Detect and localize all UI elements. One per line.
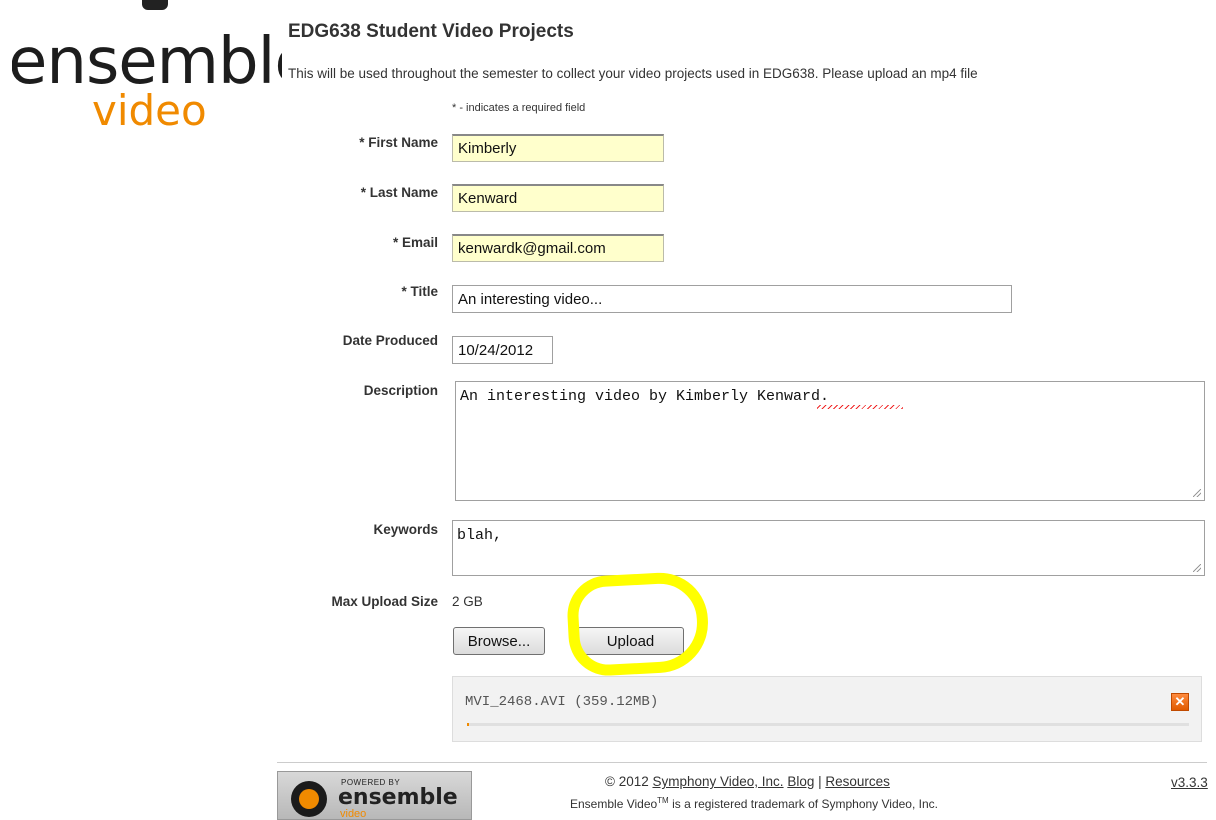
first-name-input[interactable] (452, 134, 664, 162)
date-produced-input[interactable] (452, 336, 553, 364)
email-input[interactable] (452, 234, 664, 262)
first-name-label: * First Name (359, 135, 438, 150)
logo-word-ensemble: ensemble (12, 25, 282, 99)
browse-button[interactable]: Browse... (453, 627, 545, 655)
ensemble-video-logo: ensemble video (12, 0, 282, 140)
highlight-annotation (565, 570, 711, 678)
resources-link[interactable]: Resources (825, 774, 890, 789)
blog-link[interactable]: Blog (787, 774, 814, 789)
max-upload-size-label: Max Upload Size (331, 594, 438, 609)
trademark-suffix: is a registered trademark of Symphony Vi… (668, 797, 938, 811)
trademark-sup: TM (657, 796, 669, 805)
badge-sub: video (340, 808, 367, 820)
page-description: This will be used throughout the semeste… (288, 66, 978, 81)
upload-progress-fill (467, 723, 470, 726)
description-label: Description (363, 383, 438, 398)
footer-separator: | (814, 774, 826, 789)
company-link[interactable]: Symphony Video, Inc. (652, 774, 783, 789)
last-name-label: * Last Name (360, 185, 438, 200)
logo-word-video: video (92, 86, 207, 135)
date-produced-label: Date Produced (342, 333, 438, 348)
close-icon[interactable]: ✕ (1171, 693, 1189, 711)
spellcheck-underline (817, 405, 903, 409)
footer-trademark: Ensemble VideoTM is a registered tradema… (570, 796, 938, 811)
powered-by-ensemble-badge[interactable]: POWERED BY ensemble video (277, 771, 472, 820)
keywords-textarea[interactable]: blah, (452, 520, 1205, 576)
last-name-input[interactable] (452, 184, 664, 212)
badge-brand: ensemble (338, 785, 458, 810)
footer-copyright: © 2012 Symphony Video, Inc. Blog | Resou… (605, 774, 890, 789)
upload-queue: MVI_2468.AVI (359.12MB) ✕ (452, 676, 1202, 742)
keywords-label: Keywords (373, 522, 438, 537)
keywords-resize-handle[interactable] (1192, 563, 1202, 573)
trademark-prefix: Ensemble Video (570, 797, 658, 811)
email-label: * Email (392, 235, 438, 250)
required-field-note: * - indicates a required field (452, 102, 586, 114)
logo-mark (142, 0, 168, 10)
max-upload-size-value: 2 GB (452, 594, 483, 609)
description-textarea[interactable]: An interesting video by Kimberly Kenward… (455, 381, 1205, 501)
page-title: EDG638 Student Video Projects (288, 21, 574, 42)
upload-progress-bar (467, 723, 1189, 726)
copyright-text: © 2012 (605, 774, 653, 789)
title-input[interactable] (452, 285, 1012, 313)
description-resize-handle[interactable] (1192, 488, 1202, 498)
version-link[interactable]: v3.3.3 (1171, 775, 1208, 790)
queued-file-name: MVI_2468.AVI (359.12MB) (465, 694, 659, 710)
title-label: * Title (401, 284, 438, 299)
ensemble-logo-icon (291, 781, 327, 817)
footer-divider (277, 762, 1207, 763)
